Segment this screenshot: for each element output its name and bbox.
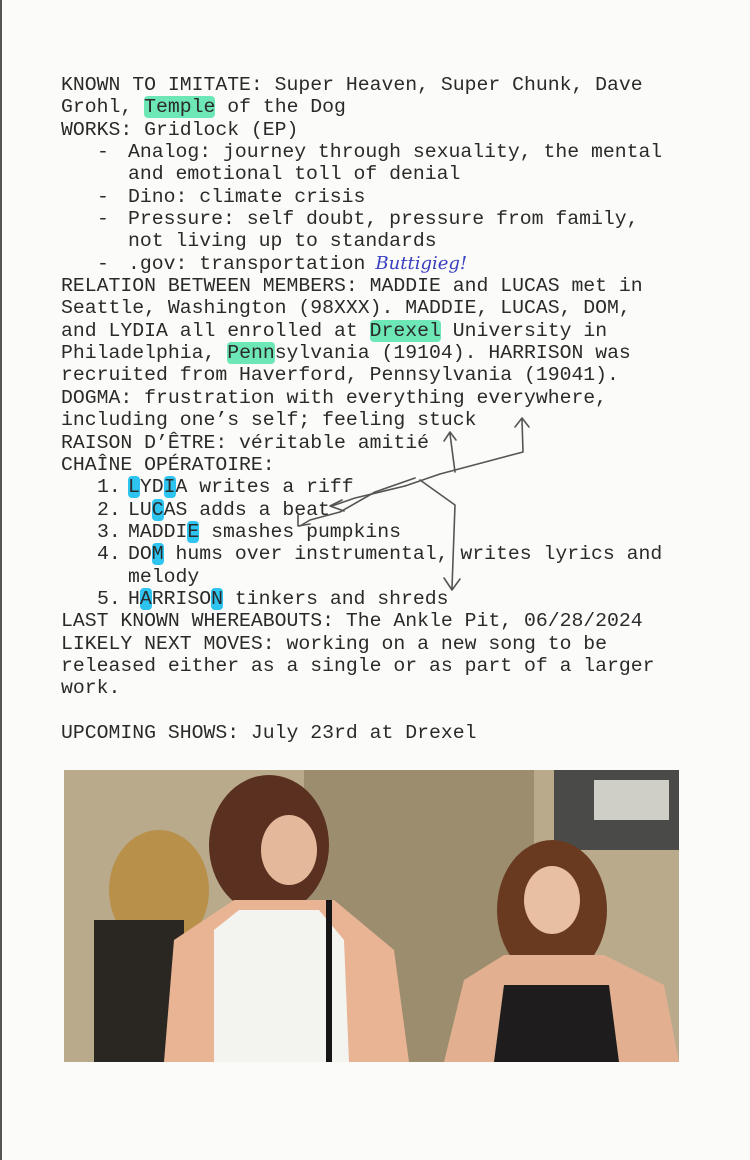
text-segment: and emotional toll of denial [128, 163, 461, 186]
text-line: Seattle, Washington (98XXX). MADDIE, LUC… [61, 297, 662, 319]
photo-ac-vent [594, 780, 669, 820]
text-segment: Philadelphia, [61, 342, 228, 365]
text-line: LIKELY NEXT MOVES: working on a new song… [61, 633, 662, 655]
highlighted-text: N [211, 587, 223, 610]
text-line: recruited from Haverford, Pennsylvania (… [61, 364, 662, 386]
text-line: and LYDIA all enrolled at Drexel Univers… [61, 319, 662, 342]
text-segment: released either as a single or as part o… [61, 654, 655, 677]
text-segment: and LYDIA all enrolled at [61, 319, 370, 342]
highlighted-text: E [187, 520, 200, 543]
text-segment: A writes a riff [175, 476, 354, 499]
text-line: RAISON D’ÊTRE: véritable amitié [61, 432, 662, 454]
page-edge [0, 0, 2, 1160]
highlighted-text: Drexel [369, 319, 441, 342]
text-segment: recruited from Haverford, Pennsylvania (… [61, 364, 619, 387]
text-line: KNOWN TO IMITATE: Super Heaven, Super Ch… [61, 74, 662, 96]
photo-mic-stand [326, 900, 332, 1062]
text-segment: Analog: journey through sexuality, the m… [128, 141, 663, 164]
text-segment: YD [139, 476, 164, 499]
text-segment: melody [128, 565, 200, 588]
photo-person-right-top [494, 985, 619, 1062]
text-segment: work. [61, 677, 121, 700]
text-segment: MADDI [128, 520, 188, 543]
list-number: 1. [97, 476, 121, 499]
highlighted-text: Penn [227, 342, 275, 365]
text-segment: .gov: transportation [128, 252, 366, 275]
text-segment: including one’s self; feeling stuck [61, 409, 477, 432]
text-segment: tinkers and shreds [222, 587, 449, 610]
text-line: CHAÎNE OPÉRATOIRE: [61, 454, 662, 476]
text-line: not living up to standards [61, 230, 662, 252]
text-segment: H [128, 587, 140, 610]
text-line: melody [61, 566, 662, 588]
text-line: released either as a single or as part o… [61, 655, 662, 677]
text-segment: not living up to standards [128, 230, 437, 253]
text-segment: RELATION BETWEEN MEMBERS: MADDIE and LUC… [61, 275, 643, 298]
text-line: LAST KNOWN WHEREABOUTS: The Ankle Pit, 0… [61, 610, 662, 632]
text-segment: of the Dog [215, 96, 346, 119]
text-segment: Pressure: self doubt, pressure from fami… [128, 208, 639, 231]
band-photo [64, 770, 679, 1062]
list-number: 3. [97, 520, 121, 543]
handwritten-note: Buttigieg! [375, 252, 468, 274]
text-segment: AS adds a beat [163, 498, 330, 521]
text-segment: smashes pumpkins [199, 520, 402, 543]
text-segment: DO [128, 543, 152, 566]
text-segment: Grohl, [61, 96, 145, 119]
numbered-item: 2. LUCAS adds a beat [61, 498, 662, 521]
highlighted-text: Temple [144, 96, 216, 119]
highlighted-text: I [163, 476, 176, 499]
highlighted-text: L [128, 476, 140, 499]
numbered-item: 1. LYDIA writes a riff [61, 476, 662, 499]
text-segment: KNOWN TO IMITATE: Super Heaven, Super Ch… [61, 74, 643, 96]
photo-person-center-face [261, 815, 317, 885]
text-segment: LU [128, 498, 152, 521]
text-line: Grohl, Temple of the Dog [61, 96, 662, 119]
bullet-dash: - [97, 185, 109, 208]
text-segment: UPCOMING SHOWS: July 23rd at Drexel [61, 721, 477, 744]
bullet-dash: - [97, 252, 109, 275]
list-number: 4. [97, 543, 121, 566]
photo-person-right-face [524, 866, 580, 934]
text-segment: University in [440, 319, 608, 342]
highlighted-text: C [151, 498, 164, 521]
text-line: and emotional toll of denial [61, 163, 662, 185]
numbered-item: 3. MADDIE smashes pumpkins [61, 520, 662, 543]
text-line [61, 700, 662, 722]
text-line: work. [61, 677, 662, 699]
text-segment: RAISON D’ÊTRE: véritable amitié [61, 431, 429, 454]
text-line: RELATION BETWEEN MEMBERS: MADDIE and LUC… [61, 275, 662, 297]
text-segment: sylvania (19104). HARRISON was [274, 342, 631, 365]
bullet-dash: - [97, 208, 109, 231]
bullet-item: - Dino: climate crisis [61, 186, 662, 208]
text-line: DOGMA: frustration with everything every… [61, 387, 662, 409]
list-number: 5. [97, 587, 121, 610]
text-segment: CHAÎNE OPÉRATOIRE: [61, 453, 275, 476]
text-segment: Seattle, Washington (98XXX). MADDIE, LUC… [61, 297, 631, 320]
text-line: Philadelphia, Pennsylvania (19104). HARR… [61, 342, 662, 365]
bullet-item: - Analog: journey through sexuality, the … [61, 141, 662, 163]
text-segment: Dino: climate crisis [128, 185, 366, 208]
text-segment: hums over instrumental, writes lyrics an… [163, 543, 663, 566]
text-segment: RRISO [151, 587, 212, 610]
highlighted-text: A [139, 587, 152, 610]
numbered-item: 5. HARRISON tinkers and shreds [61, 587, 662, 610]
text-segment: DOGMA: frustration with everything every… [61, 386, 608, 409]
text-line: WORKS: Gridlock (EP) [61, 119, 662, 141]
text-segment: LAST KNOWN WHEREABOUTS: The Ankle Pit, 0… [61, 610, 643, 633]
bullet-item: - .gov: transportation Buttigieg! [61, 253, 662, 275]
text-line: UPCOMING SHOWS: July 23rd at Drexel [61, 722, 662, 744]
numbered-item: 4. DOM hums over instrumental, writes lyr… [61, 543, 663, 566]
document-body: KNOWN TO IMITATE: Super Heaven, Super Ch… [61, 74, 662, 744]
highlighted-text: M [151, 543, 164, 566]
text-segment: LIKELY NEXT MOVES: working on a new song… [61, 632, 608, 655]
bullet-dash: - [97, 141, 109, 164]
list-number: 2. [97, 498, 121, 521]
bullet-item: - Pressure: self doubt, pressure from fam… [61, 208, 662, 230]
text-segment: WORKS: Gridlock (EP) [61, 118, 299, 141]
text-line: including one’s self; feeling stuck [61, 409, 662, 431]
